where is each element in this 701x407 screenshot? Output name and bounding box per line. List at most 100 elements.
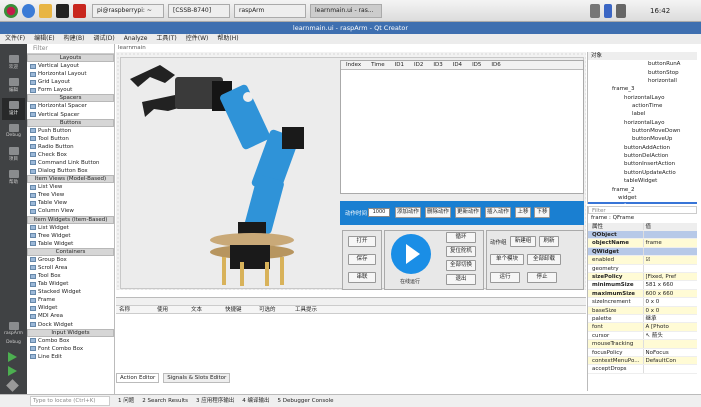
menu-analyze[interactable]: Analyze [124,34,148,44]
widget-category[interactable]: Containers [27,247,114,256]
task-cssb[interactable]: [CSSB-8740] [168,4,230,18]
widget-item[interactable]: Tab Widget [27,280,114,288]
widget-category[interactable]: Spacers [27,94,114,103]
widget-category[interactable]: Layouts [27,54,114,62]
property-filter-input[interactable]: Filter [588,206,697,215]
widget-item[interactable]: List View [27,183,114,191]
col-id2[interactable]: ID2 [409,61,428,69]
col-id3[interactable]: ID3 [428,61,447,69]
single-module-button[interactable]: 单个模块 [490,254,524,265]
widget-item[interactable]: Horizontal Spacer [27,102,114,110]
action-col-used[interactable]: 使用 [154,306,188,313]
delete-action-button[interactable]: 删除动作 [425,207,451,218]
object-tree-item[interactable]: frame_3 [588,85,697,93]
property-value[interactable]: frame [642,239,698,247]
widget-item[interactable]: Frame [27,296,114,304]
play-button[interactable] [391,234,431,274]
wifi-icon[interactable] [590,4,600,18]
property-row[interactable]: font A [Photo [588,323,698,332]
col-id1[interactable]: ID1 [390,61,409,69]
widget-item[interactable]: Tool Button [27,135,114,143]
object-tree-item[interactable]: actionTime [588,102,697,110]
object-tree-item[interactable]: buttonMoveDown [588,127,697,135]
kit-selector[interactable]: raspArm [2,319,25,341]
mode-design[interactable]: 设计 [2,98,25,120]
run-button[interactable]: 运行 [490,272,520,283]
widget-category[interactable]: Input Widgets [27,328,114,337]
unload-all-button[interactable]: 全部卸载 [527,254,561,265]
raspberry-menu-icon[interactable] [4,4,18,18]
object-tree-item[interactable]: buttonAddAction [588,144,697,152]
property-row[interactable]: baseSize 0 x 0 [588,306,698,315]
property-row[interactable]: acceptDrops [588,365,698,374]
update-action-button[interactable]: 更新动作 [455,207,481,218]
serial-button[interactable]: 串联 [348,272,376,283]
object-tree-item[interactable]: tableWidget [588,177,697,185]
widget-item[interactable]: Vertical Spacer [27,110,114,118]
property-value[interactable]: A [Photo [642,323,698,331]
widget-item[interactable]: MDI Area [27,312,114,320]
property-row[interactable]: mouseTracking [588,340,698,349]
property-row[interactable]: objectName frame [588,239,698,248]
col-index[interactable]: Index [341,61,366,69]
object-tree-item[interactable]: horizontall [588,77,697,85]
object-tree-item[interactable]: buttonMoveUp [588,135,697,143]
property-value[interactable]: DefaultCon [642,356,698,365]
widget-item[interactable]: Vertical Layout [27,62,114,70]
mode-edit[interactable]: 编辑 [2,75,25,97]
property-value[interactable]: 0 x 0 [642,306,698,314]
widget-item[interactable]: Stacked Widget [27,288,114,296]
bluetooth-icon[interactable] [604,4,612,18]
col-id5[interactable]: ID5 [467,61,486,69]
move-up-button[interactable]: 上移 [515,207,531,218]
object-tree-item[interactable]: buttonUpdateActio [588,169,697,177]
action-col-text[interactable]: 文本 [188,306,222,313]
loop-button[interactable]: 循环 [446,232,476,243]
object-tree-item[interactable]: label [588,110,697,118]
build-icon[interactable] [6,379,19,392]
status-compile-output[interactable]: 4 编译输出 [242,395,269,407]
widget-item[interactable]: Table Widget [27,240,114,248]
run-icon[interactable] [8,352,17,362]
action-col-checkable[interactable]: 可选的 [256,306,292,313]
move-down-button[interactable]: 下移 [534,207,550,218]
property-value[interactable] [642,365,698,373]
property-value[interactable]: 继承 [642,314,698,323]
property-row[interactable]: sizePolicy [Fixed, Pref [588,273,697,282]
property-value[interactable]: 600 x 660 [642,289,698,298]
property-value[interactable]: ↖ 箭头 [642,331,698,340]
object-tree-item[interactable]: horizontalLayo [588,94,697,102]
widget-item[interactable]: Font Combo Box [27,345,114,353]
wolfram-icon[interactable] [73,4,86,18]
property-value[interactable] [642,340,698,348]
property-row[interactable]: geometry [588,264,698,274]
property-row[interactable]: enabled ☑ [588,256,697,265]
volume-icon[interactable] [616,4,626,18]
insert-action-button[interactable]: 插入动作 [485,207,511,218]
debug-run-icon[interactable] [8,366,17,376]
task-terminal[interactable]: pi@raspberrypi: ~ [92,4,164,18]
widget-item[interactable]: Combo Box [27,337,114,345]
widget-item[interactable]: Dock Widget [27,321,114,329]
menu-build[interactable]: 构建(B) [64,34,85,44]
widget-category[interactable]: Buttons [27,118,114,127]
property-row[interactable]: focusPolicy NoFocus [588,348,698,357]
menu-widget[interactable]: 控件(W) [186,34,209,44]
menu-file[interactable]: 文件(F) [5,34,25,44]
col-id4[interactable]: ID4 [448,61,467,69]
task-qtcreator[interactable]: learnmain.ui - ras... [310,4,382,18]
mode-debug[interactable]: Debug [2,121,25,143]
col-time[interactable]: Time [366,61,389,69]
exit-button[interactable]: 退出 [446,274,476,285]
widget-item[interactable]: Tool Box [27,272,114,280]
terminal-icon[interactable] [56,4,69,18]
widget-category[interactable]: Item Widgets (Item-Based) [27,215,114,224]
file-manager-icon[interactable] [39,4,52,18]
browser-icon[interactable] [22,4,35,18]
property-value[interactable]: NoFocus [642,348,698,356]
property-section[interactable]: QObject [588,231,697,240]
property-value[interactable] [642,264,698,273]
menu-debug[interactable]: 调试(D) [93,34,114,44]
editor-tab[interactable]: learnmain [118,45,146,51]
group-combo[interactable]: 新建组 [510,236,536,247]
